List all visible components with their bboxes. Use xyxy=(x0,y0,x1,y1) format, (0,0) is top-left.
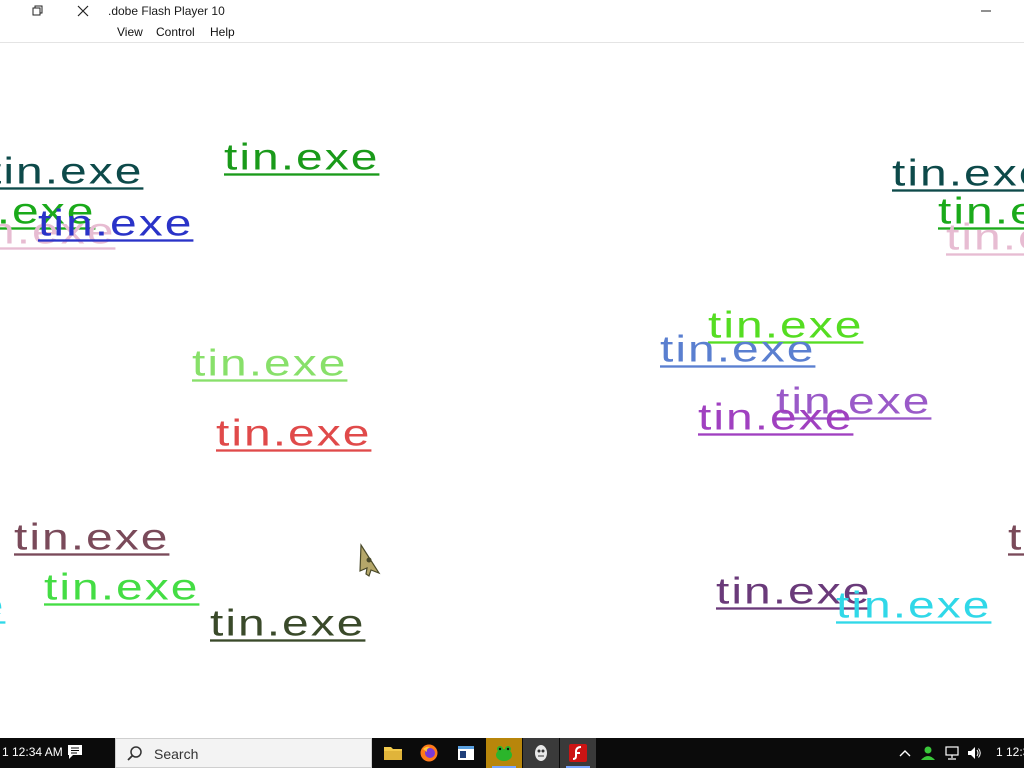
menu-control[interactable]: Control xyxy=(156,25,195,39)
spam-text: tin.exe xyxy=(0,150,144,192)
window-icon xyxy=(458,746,474,760)
sprite-icon xyxy=(535,745,547,761)
spam-text: tin.exe xyxy=(192,342,348,384)
flash-stage[interactable]: tin.exe tin.exe tin.exe tin.exe tin.exe … xyxy=(0,43,1024,738)
flash-player-icon xyxy=(569,744,587,762)
spam-text: tin.exe xyxy=(698,396,854,438)
taskbar-clock-left[interactable]: 1 12:34 AM xyxy=(2,745,63,759)
minimize-icon xyxy=(981,10,991,12)
network-icon xyxy=(945,746,959,760)
minimize-button[interactable] xyxy=(966,0,1006,22)
close-icon xyxy=(77,5,89,17)
search-placeholder: Search xyxy=(154,746,199,762)
taskbar-file-explorer[interactable] xyxy=(375,738,411,768)
menu-help[interactable]: Help xyxy=(210,25,235,39)
spam-text: tin.exe xyxy=(892,152,1024,194)
green-creature-icon xyxy=(496,746,512,761)
volume-icon xyxy=(968,747,981,759)
taskbar-window-app[interactable] xyxy=(448,738,484,768)
taskbar: 1 12:34 AM Search 1 12: xyxy=(0,738,1024,768)
spam-text: tin.exe xyxy=(14,516,170,558)
spam-text: tin.exe xyxy=(1008,516,1024,558)
menu-bar: View Control Help xyxy=(0,22,1024,43)
firefox-icon xyxy=(420,744,438,762)
taskbar-sprite-app[interactable] xyxy=(523,738,559,768)
tray-volume[interactable] xyxy=(964,738,984,768)
search-input[interactable]: Search xyxy=(115,738,372,768)
spam-text: tin.exe xyxy=(44,566,200,608)
taskbar-firefox[interactable] xyxy=(411,738,447,768)
spam-text: tin.exe xyxy=(38,202,194,244)
window-title: .dobe Flash Player 10 xyxy=(108,4,225,18)
spam-text: tin.exe xyxy=(946,216,1024,258)
taskbar-clock-right[interactable]: 1 12:3 xyxy=(996,745,1024,759)
folder-icon xyxy=(384,747,402,760)
spam-text: tin.exe xyxy=(210,602,366,644)
tray-user[interactable] xyxy=(918,738,938,768)
chevron-up-icon xyxy=(899,750,911,757)
user-green-icon xyxy=(921,746,935,760)
taskbar-green-app[interactable] xyxy=(486,738,522,768)
restore-button[interactable] xyxy=(18,0,58,22)
notification-icon[interactable] xyxy=(66,743,84,761)
taskbar-flash-player[interactable] xyxy=(560,738,596,768)
tray-chevron[interactable] xyxy=(895,738,915,768)
spam-text: tin.exe xyxy=(836,584,992,626)
close-button[interactable] xyxy=(63,0,103,22)
spam-text: tin.exe xyxy=(660,328,816,370)
spam-text: tin.exe xyxy=(216,412,372,454)
cursor-sprite-icon xyxy=(359,543,381,577)
tray-network[interactable] xyxy=(942,738,962,768)
title-bar: .dobe Flash Player 10 xyxy=(0,0,1024,22)
search-icon xyxy=(127,746,142,761)
restore-icon xyxy=(32,5,43,16)
spam-text: tin.exe xyxy=(0,587,5,624)
menu-view[interactable]: View xyxy=(117,25,143,39)
spam-text: tin.exe xyxy=(224,136,380,178)
